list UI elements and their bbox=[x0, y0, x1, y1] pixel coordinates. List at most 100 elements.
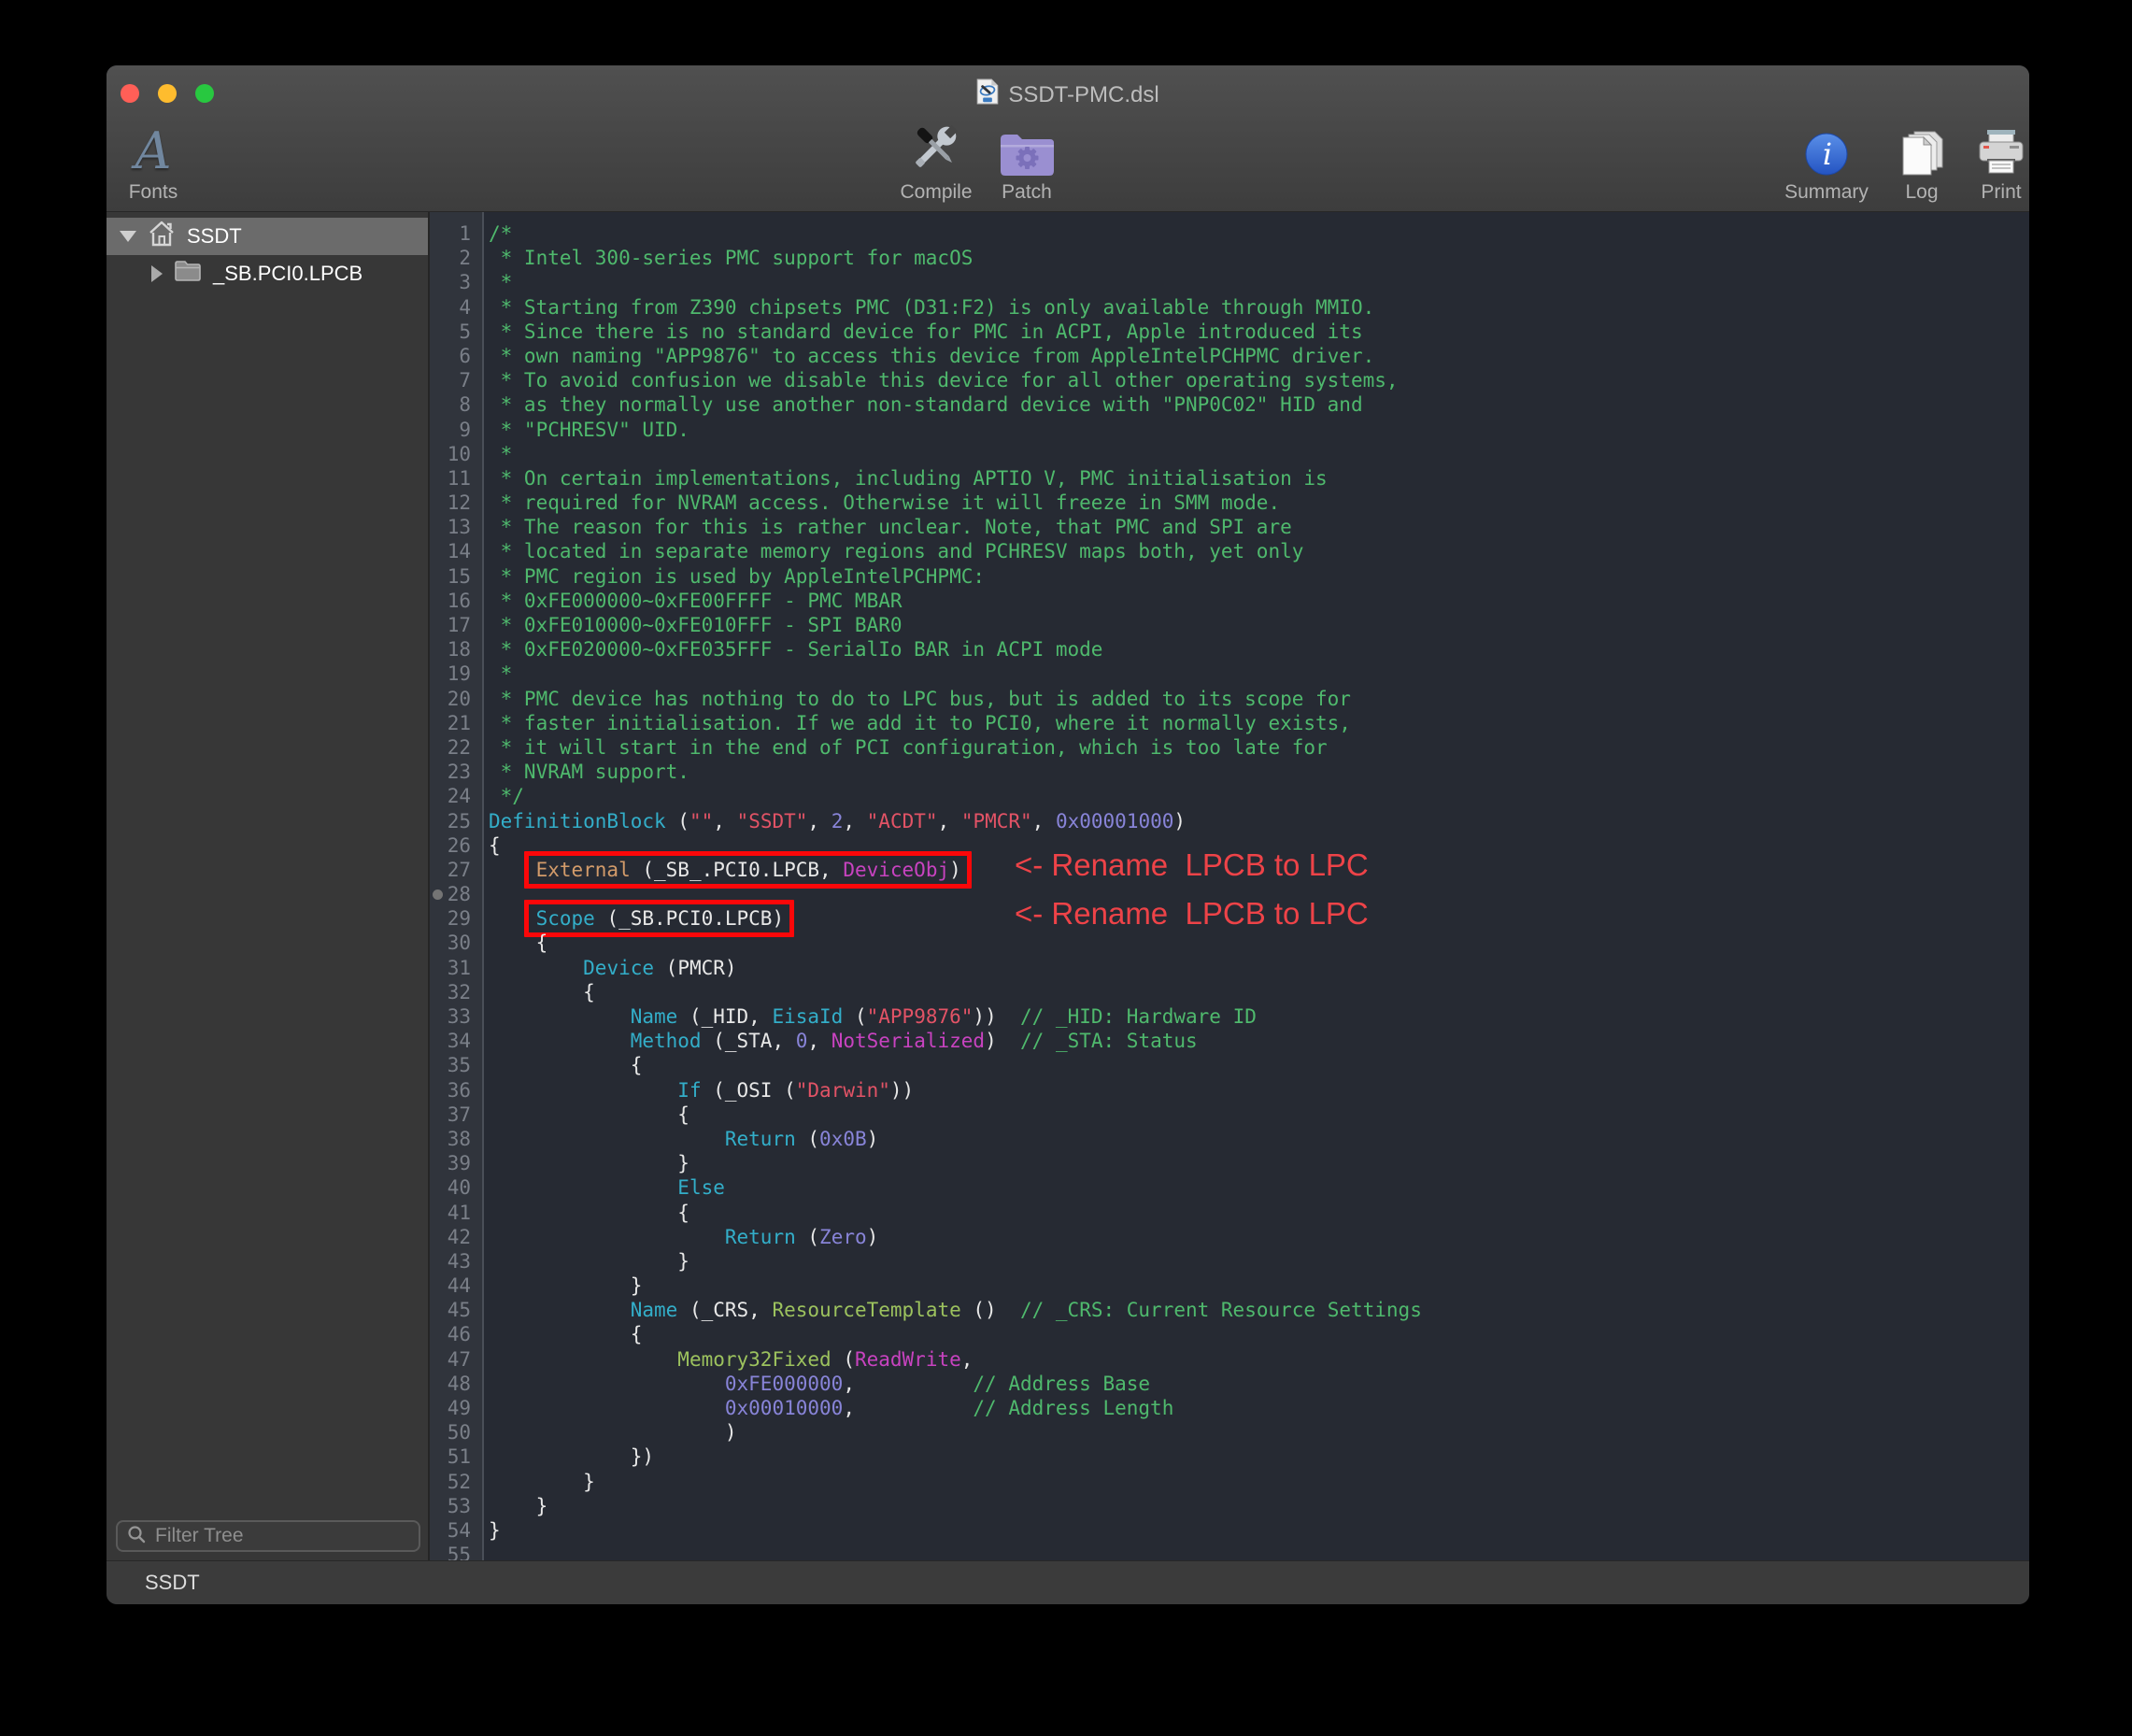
code-line[interactable]: 50 ) bbox=[430, 1420, 2029, 1444]
code-line-text: { bbox=[482, 980, 2029, 1004]
summary-button[interactable]: i Summary bbox=[1775, 84, 1878, 204]
code-token: * Starting from Z390 chipsets PMC (D31:F… bbox=[489, 296, 1374, 319]
code-line-text: * bbox=[482, 270, 2029, 294]
code-line[interactable]: 24 */ bbox=[430, 784, 2029, 808]
code-line[interactable]: 52 } bbox=[430, 1470, 2029, 1494]
code-line[interactable]: 15 * PMC region is used by AppleIntelPCH… bbox=[430, 564, 2029, 589]
code-token bbox=[489, 1030, 631, 1052]
code-line[interactable]: 27 External (_SB_.PCI0.LPCB, DeviceObj)<… bbox=[430, 858, 2029, 882]
line-number: 50 bbox=[430, 1420, 482, 1444]
code-line[interactable]: 1/* bbox=[430, 221, 2029, 246]
code-line[interactable]: 53 } bbox=[430, 1494, 2029, 1518]
tree-item-sb-pci0-lpcb[interactable]: _SB.PCI0.LPCB bbox=[107, 255, 428, 292]
code-token: ( bbox=[807, 1128, 819, 1150]
code-token: 0x00010000 bbox=[725, 1397, 843, 1419]
code-line[interactable]: 32 { bbox=[430, 980, 2029, 1004]
compile-button[interactable]: Compile bbox=[891, 84, 981, 204]
code-line[interactable]: 19 * bbox=[430, 662, 2029, 686]
code-token bbox=[489, 1176, 677, 1199]
code-line[interactable]: 5 * Since there is no standard device fo… bbox=[430, 320, 2029, 344]
code-line-text: * "PCHRESV" UID. bbox=[482, 418, 2029, 442]
line-number: 21 bbox=[430, 711, 482, 735]
code-line[interactable]: 51 }) bbox=[430, 1444, 2029, 1469]
code-line[interactable]: 4 * Starting from Z390 chipsets PMC (D31… bbox=[430, 295, 2029, 320]
code-line[interactable]: 43 } bbox=[430, 1249, 2029, 1274]
code-line-text: /* bbox=[482, 221, 2029, 246]
code-line[interactable]: 39 } bbox=[430, 1151, 2029, 1175]
code-line[interactable]: 41 { bbox=[430, 1201, 2029, 1225]
code-line-text: * as they normally use another non-stand… bbox=[482, 392, 2029, 417]
code-line[interactable]: 12 * required for NVRAM access. Otherwis… bbox=[430, 491, 2029, 515]
code-line[interactable]: 36 If (_OSI ("Darwin")) bbox=[430, 1078, 2029, 1103]
line-number: 37 bbox=[430, 1103, 482, 1127]
filter-tree-input[interactable] bbox=[153, 1524, 409, 1548]
code-line[interactable]: 25DefinitionBlock ("", "SSDT", 2, "ACDT"… bbox=[430, 809, 2029, 833]
code-line[interactable]: 23 * NVRAM support. bbox=[430, 760, 2029, 784]
code-line[interactable]: 16 * 0xFE000000~0xFE00FFFF - PMC MBAR bbox=[430, 589, 2029, 613]
code-line-text: * it will start in the end of PCI config… bbox=[482, 735, 2029, 760]
code-line[interactable]: 37 { bbox=[430, 1103, 2029, 1127]
code-line[interactable]: 7 * To avoid confusion we disable this d… bbox=[430, 368, 2029, 392]
code-line[interactable]: 6 * own naming "APP9876" to access this … bbox=[430, 344, 2029, 368]
code-line[interactable]: 46 { bbox=[430, 1322, 2029, 1346]
code-token: // Address Base bbox=[855, 1373, 1150, 1395]
code-token: "APP9876" bbox=[867, 1005, 974, 1028]
code-line[interactable]: 42 Return (Zero) bbox=[430, 1225, 2029, 1249]
code-line[interactable]: 8 * as they normally use another non-sta… bbox=[430, 392, 2029, 417]
line-number: 10 bbox=[430, 442, 482, 466]
log-button[interactable]: Log bbox=[1889, 84, 1954, 204]
fonts-button[interactable]: A Fonts bbox=[121, 84, 186, 204]
code-line[interactable]: 10 * bbox=[430, 442, 2029, 466]
status-bar: SSDT bbox=[107, 1560, 2029, 1604]
code-token: ( bbox=[677, 810, 689, 832]
code-line[interactable]: 45 Name (_CRS, ResourceTemplate () // _C… bbox=[430, 1298, 2029, 1322]
code-line[interactable]: 34 Method (_STA, 0, NotSerialized) // _S… bbox=[430, 1029, 2029, 1053]
code-line[interactable]: 21 * faster initialisation. If we add it… bbox=[430, 711, 2029, 735]
code-line[interactable]: 14 * located in separate memory regions … bbox=[430, 539, 2029, 563]
code-line[interactable]: 29 Scope (_SB.PCI0.LPCB)<- Rename LPCB t… bbox=[430, 906, 2029, 931]
code-line[interactable]: 49 0x00010000, // Address Length bbox=[430, 1396, 2029, 1420]
code-line[interactable]: 22 * it will start in the end of PCI con… bbox=[430, 735, 2029, 760]
code-line[interactable]: 35 { bbox=[430, 1053, 2029, 1077]
line-number: 19 bbox=[430, 662, 482, 686]
filter-tree-box bbox=[116, 1520, 420, 1552]
line-number: 46 bbox=[430, 1322, 482, 1346]
line-number: 43 bbox=[430, 1249, 482, 1274]
line-number: 26 bbox=[430, 833, 482, 858]
code-line[interactable]: 55 bbox=[430, 1543, 2029, 1561]
code-line[interactable]: 54} bbox=[430, 1518, 2029, 1543]
code-line[interactable]: 40 Else bbox=[430, 1175, 2029, 1200]
code-line[interactable]: 13 * The reason for this is rather uncle… bbox=[430, 515, 2029, 539]
code-line[interactable]: 38 Return (0x0B) bbox=[430, 1127, 2029, 1151]
line-number: 15 bbox=[430, 564, 482, 589]
code-line[interactable]: 17 * 0xFE010000~0xFE010FFF - SPI BAR0 bbox=[430, 613, 2029, 637]
disclosure-closed-icon[interactable] bbox=[151, 265, 163, 282]
line-number: 53 bbox=[430, 1494, 482, 1518]
patch-button[interactable]: Patch bbox=[985, 84, 1069, 204]
code-token: * 0xFE010000~0xFE010FFF - SPI BAR0 bbox=[489, 614, 903, 636]
code-token: If bbox=[677, 1079, 713, 1102]
code-line[interactable]: 48 0xFE000000, // Address Base bbox=[430, 1372, 2029, 1396]
code-line[interactable]: 30 { bbox=[430, 931, 2029, 955]
disclosure-open-icon[interactable] bbox=[120, 231, 136, 242]
code-line[interactable]: 18 * 0xFE020000~0xFE035FFF - SerialIo BA… bbox=[430, 637, 2029, 662]
code-token: "PMCR" bbox=[961, 810, 1032, 832]
code-line[interactable]: 44 } bbox=[430, 1274, 2029, 1298]
code-line[interactable]: 11 * On certain implementations, includi… bbox=[430, 466, 2029, 491]
line-number: 7 bbox=[430, 368, 482, 392]
code-line[interactable]: 31 Device (PMCR) bbox=[430, 956, 2029, 980]
code-line-text: } bbox=[482, 1494, 2029, 1518]
code-line[interactable]: 47 Memory32Fixed (ReadWrite, bbox=[430, 1347, 2029, 1372]
tree-item-ssdt[interactable]: SSDT bbox=[107, 218, 428, 255]
code-token: ) bbox=[489, 1421, 737, 1444]
code-token: Return bbox=[725, 1226, 808, 1248]
code-line[interactable]: 20 * PMC device has nothing to do to LPC… bbox=[430, 687, 2029, 711]
code-line[interactable]: 2 * Intel 300-series PMC support for mac… bbox=[430, 246, 2029, 270]
code-editor[interactable]: 1/*2 * Intel 300-series PMC support for … bbox=[430, 212, 2029, 1561]
code-line[interactable]: 33 Name (_HID, EisaId ("APP9876")) // _H… bbox=[430, 1004, 2029, 1029]
line-number: 36 bbox=[430, 1078, 482, 1103]
print-button[interactable]: Print bbox=[1966, 84, 2029, 204]
code-line[interactable]: 3 * bbox=[430, 270, 2029, 294]
code-line-text: * bbox=[482, 442, 2029, 466]
code-line[interactable]: 9 * "PCHRESV" UID. bbox=[430, 418, 2029, 442]
